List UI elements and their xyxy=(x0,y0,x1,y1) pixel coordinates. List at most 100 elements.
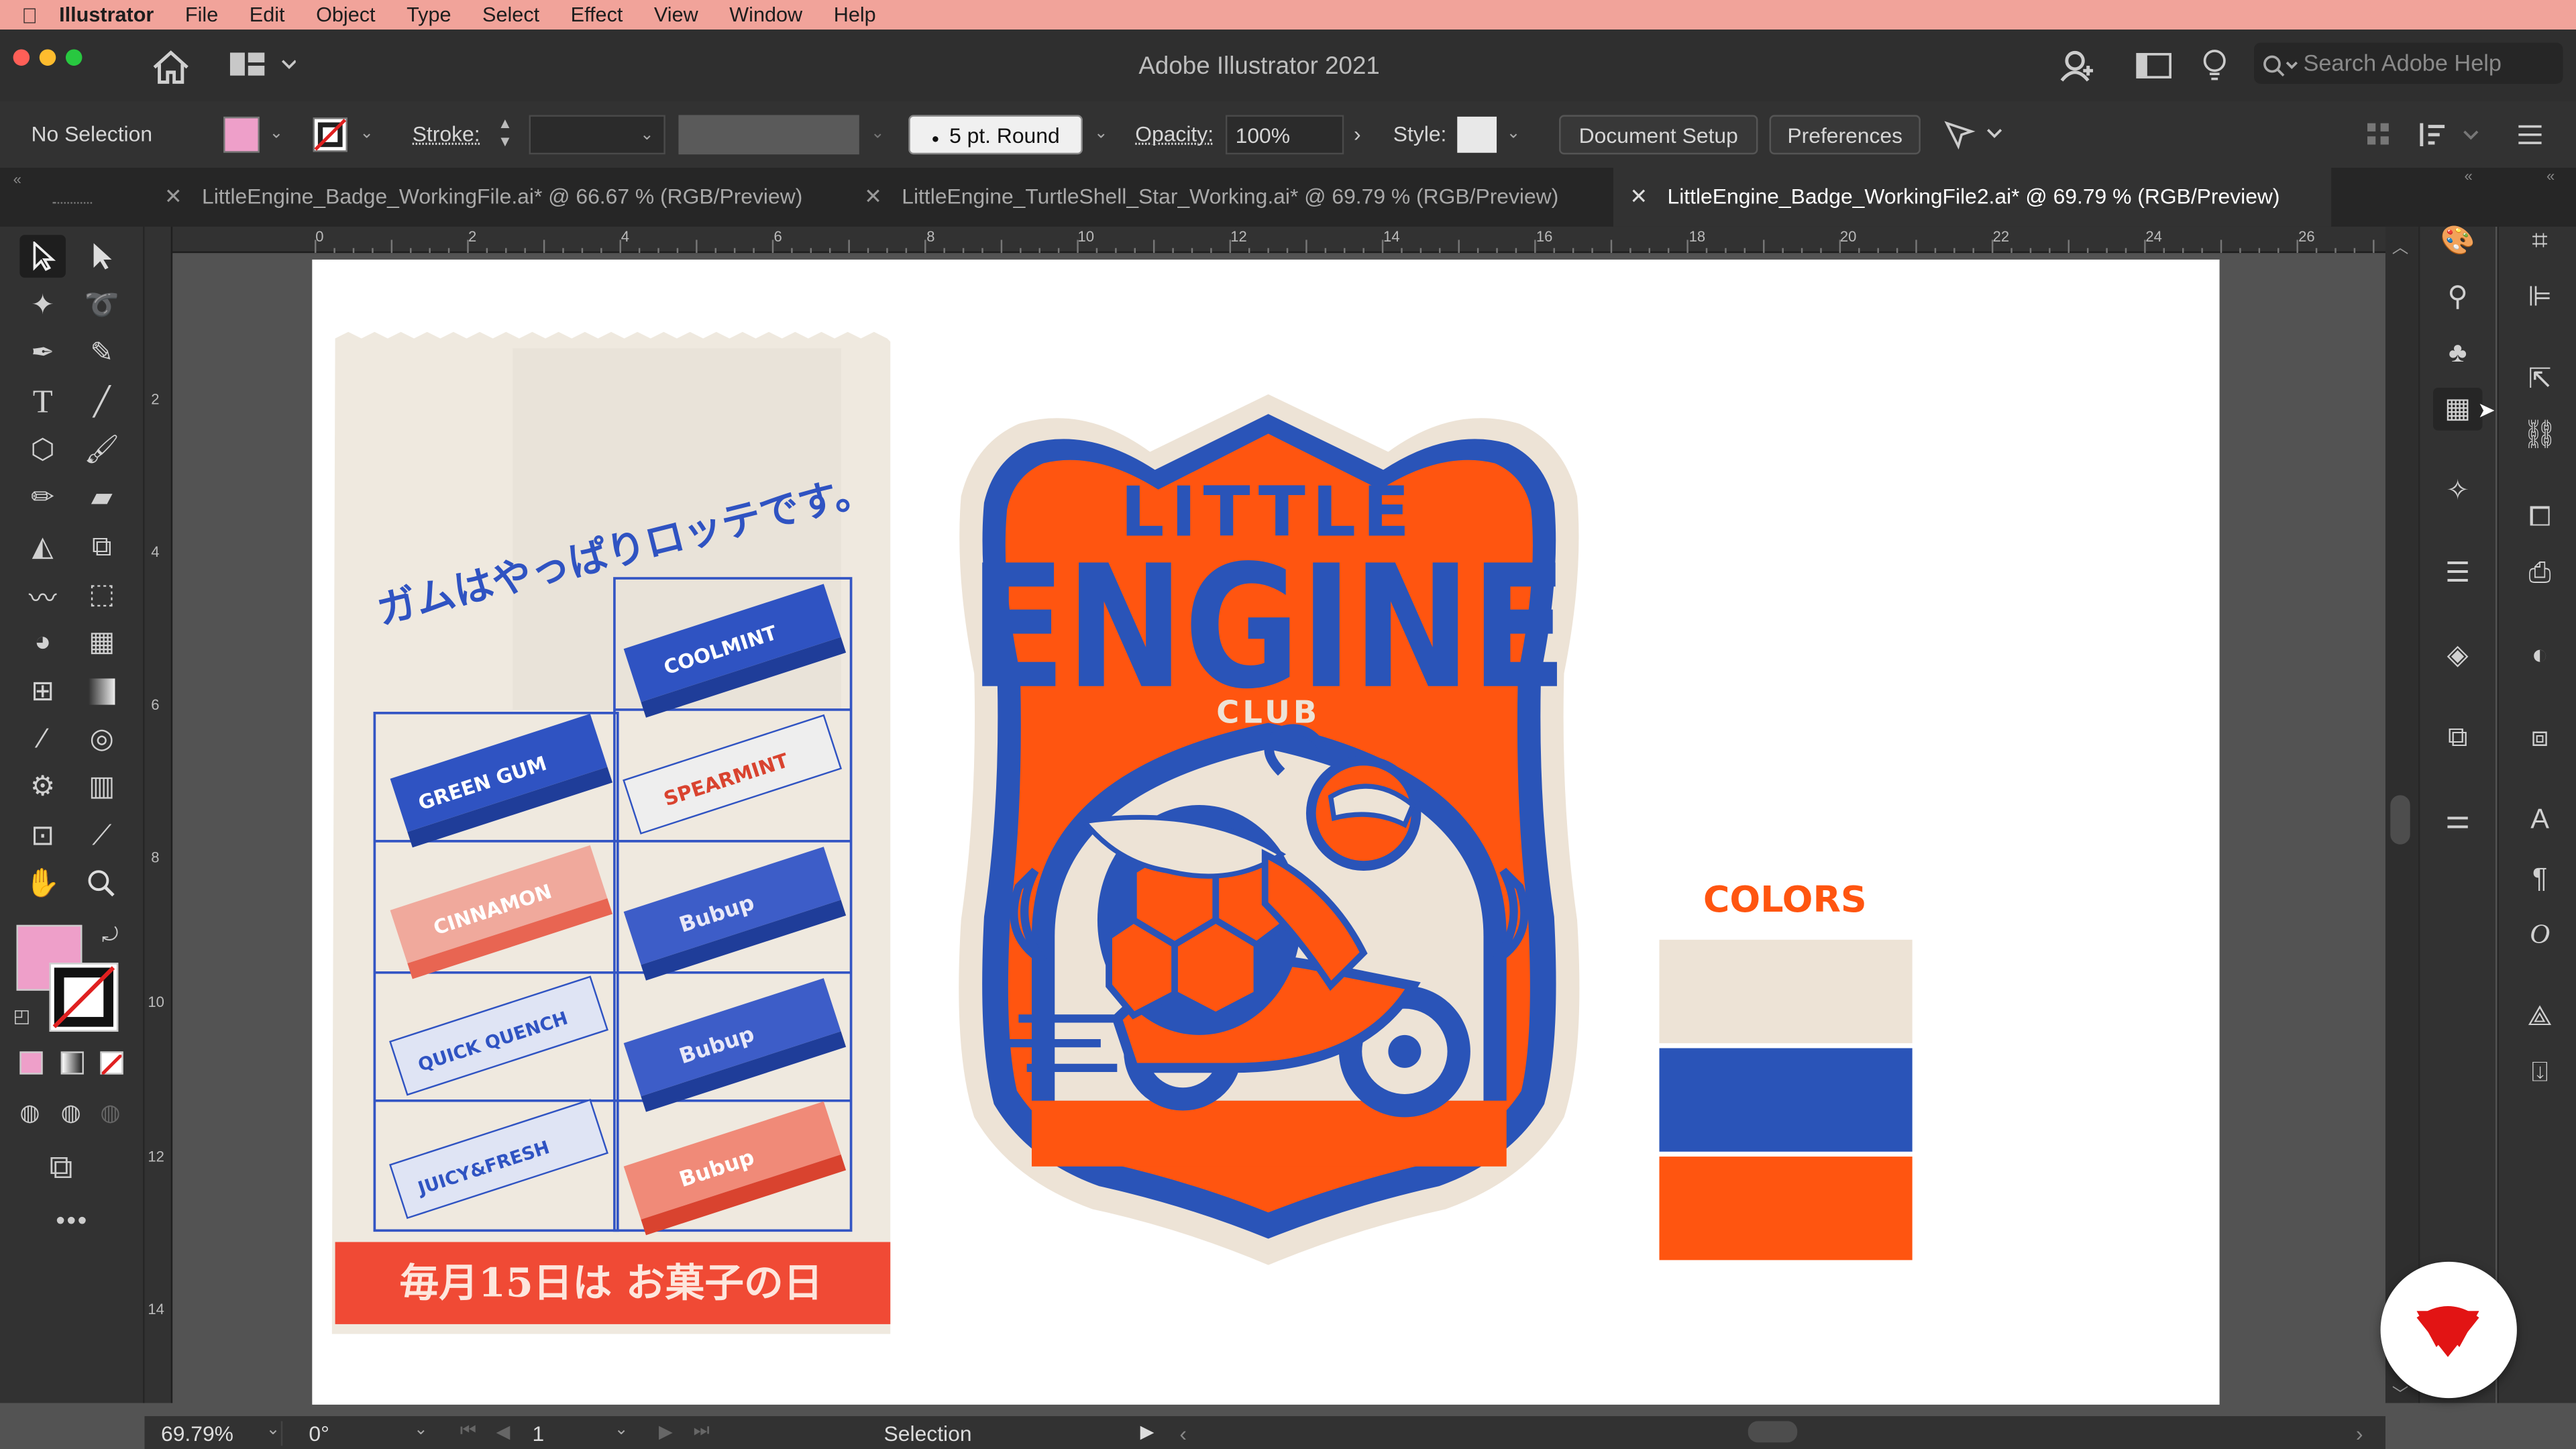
tab-document-1[interactable]: ✕ LittleEngine_Badge_WorkingFile.ai* @ 66… xyxy=(145,168,845,227)
arrange-documents-icon[interactable] xyxy=(2136,52,2172,78)
image-trace-icon[interactable]: ✧ xyxy=(2433,470,2482,513)
lasso-tool-icon[interactable]: ➰ xyxy=(79,284,125,327)
gradient-tool-icon[interactable] xyxy=(79,670,125,713)
swap-fill-stroke-icon[interactable]: ⤾ xyxy=(102,923,118,948)
default-fill-stroke-icon[interactable]: ◰ xyxy=(13,1006,30,1026)
color-guide-icon[interactable]: 🎨 xyxy=(2433,220,2482,263)
slice-tool-icon[interactable]: ⟋ xyxy=(79,815,125,858)
lightbulb-icon[interactable] xyxy=(2202,48,2228,84)
links-icon[interactable]: ⛓ xyxy=(2515,414,2564,457)
status-menu-icon[interactable]: ▶ xyxy=(1140,1421,1155,1442)
brushes-icon[interactable]: ⚲ xyxy=(2433,276,2482,319)
stroke-panel-icon[interactable]: ☰ xyxy=(2433,552,2482,595)
search-adobe-help-input[interactable]: Search Adobe Help xyxy=(2254,42,2563,84)
profile-chevron-icon[interactable]: ⌄ xyxy=(871,115,885,154)
paragraph-styles-icon[interactable]: ⍗ xyxy=(2515,1051,2564,1094)
artboard-number-field[interactable]: 1 xyxy=(532,1421,624,1446)
scroll-left-icon[interactable]: ‹ xyxy=(1179,1421,1187,1446)
hand-tool-icon[interactable]: ✋ xyxy=(19,863,66,906)
style-chevron-icon[interactable]: ⌄ xyxy=(1507,115,1521,154)
layers-icon[interactable]: ◈ xyxy=(2433,634,2482,677)
symbols-icon[interactable]: ♣ xyxy=(2433,332,2482,375)
horizontal-scroll-thumb[interactable] xyxy=(1748,1421,1798,1443)
menu-type[interactable]: Type xyxy=(407,3,451,26)
document-setup-button[interactable]: Document Setup xyxy=(1559,115,1758,155)
vertical-ruler[interactable]: 2 4 6 8 10 12 14 xyxy=(144,226,173,1403)
collapse-panel-icon[interactable]: « xyxy=(2546,168,2555,184)
none-mode-icon[interactable] xyxy=(100,1051,123,1076)
paintbrush-tool-icon[interactable]: 🖌 xyxy=(79,429,125,472)
free-transform-tool-icon[interactable]: ⬚ xyxy=(79,574,125,616)
stroke-label[interactable]: Stroke: xyxy=(413,115,480,154)
menu-select[interactable]: Select xyxy=(482,3,539,26)
shape-tool-icon[interactable]: ⬡ xyxy=(19,429,66,472)
reflect-tool-icon[interactable]: ◭ xyxy=(19,526,66,569)
panel-menu-icon[interactable] xyxy=(2517,121,2543,148)
align-grid-icon[interactable] xyxy=(2366,121,2392,148)
stroke-weight-field[interactable]: ⌄ xyxy=(529,115,665,155)
brush-definition-dropdown[interactable]: ● 5 pt. Round xyxy=(908,115,1083,155)
home-icon[interactable] xyxy=(151,49,191,85)
eraser-tool-icon[interactable]: ▰ xyxy=(79,476,125,519)
type-tool-icon[interactable]: T xyxy=(19,381,66,424)
graphic-styles-icon[interactable]: ⧈ xyxy=(2515,716,2564,759)
close-window-button[interactable] xyxy=(13,49,30,66)
scroll-thumb[interactable] xyxy=(2390,795,2410,845)
tab-document-2[interactable]: ✕ LittleEngine_TurtleShell_Star_Working.a… xyxy=(845,168,1613,227)
fill-swatch[interactable] xyxy=(223,116,260,153)
share-user-icon[interactable] xyxy=(2059,48,2095,84)
mesh-tool-icon[interactable]: ⊞ xyxy=(19,670,66,713)
first-artboard-icon[interactable]: ⏮ xyxy=(460,1421,476,1442)
column-graph-tool-icon[interactable]: ▥ xyxy=(79,765,125,808)
shape-builder-tool-icon[interactable]: ◕ xyxy=(19,621,66,664)
gradient-mode-icon[interactable] xyxy=(60,1051,84,1075)
artboards-icon[interactable]: ⧉ xyxy=(2433,716,2482,759)
scroll-right-icon[interactable]: › xyxy=(2356,1421,2363,1446)
pathfinder-icon[interactable]: ⧠ xyxy=(2515,496,2564,539)
warp-tool-icon[interactable]: 〰 xyxy=(19,574,66,616)
scale-tool-icon[interactable]: ⧉ xyxy=(79,526,125,569)
menu-effect[interactable]: Effect xyxy=(571,3,623,26)
next-artboard-icon[interactable]: ▶ xyxy=(659,1421,673,1442)
collapse-left-icon[interactable]: « xyxy=(13,171,21,187)
stroke-color-box[interactable] xyxy=(49,963,119,1032)
paragraph-icon[interactable]: ¶ xyxy=(2515,857,2564,900)
edit-toolbar-icon[interactable]: ••• xyxy=(56,1208,89,1237)
selection-tool-icon[interactable] xyxy=(19,235,66,278)
workspace-switcher-icon[interactable] xyxy=(229,52,296,78)
shaper-tool-icon[interactable]: ✏ xyxy=(19,476,66,519)
menu-window[interactable]: Window xyxy=(729,3,802,26)
stroke-swatch-icon[interactable] xyxy=(312,117,348,153)
artboard-chevron-icon[interactable]: ⌄ xyxy=(614,1421,629,1439)
character-styles-icon[interactable]: ⟁ xyxy=(2515,996,2564,1038)
last-artboard-icon[interactable]: ⏭ xyxy=(693,1421,709,1442)
close-tab-icon[interactable]: ✕ xyxy=(1629,184,1648,209)
draw-inside-icon[interactable]: ◍ xyxy=(100,1099,120,1127)
lotte-gum-bag-image[interactable]: ガムはやっぱりロッテです。 GREEN GUM CINNAMON QUICK Q… xyxy=(331,331,891,1334)
swatch-cream[interactable] xyxy=(1659,939,1913,1044)
stroke-dropdown-chevron-icon[interactable]: ⌄ xyxy=(360,115,374,154)
opacity-label[interactable]: Opacity: xyxy=(1135,115,1214,154)
rotation-chevron-icon[interactable]: ⌄ xyxy=(414,1421,428,1439)
zoom-level-field[interactable]: 69.79% xyxy=(161,1421,283,1446)
artboard[interactable]: ガムはやっぱりロッテです。 GREEN GUM CINNAMON QUICK Q… xyxy=(312,259,2220,1405)
screen-mode-icon[interactable]: ⧉ xyxy=(49,1150,72,1187)
swatches-icon[interactable]: ▦ xyxy=(2432,387,2483,431)
character-icon[interactable]: A xyxy=(2515,798,2564,841)
swatch-orange[interactable] xyxy=(1659,1157,1913,1260)
transform-select-icon[interactable] xyxy=(1942,118,2008,151)
menu-view[interactable]: View xyxy=(654,3,698,26)
menu-edit[interactable]: Edit xyxy=(250,3,285,26)
close-tab-icon[interactable]: ✕ xyxy=(164,184,182,209)
apple-icon[interactable]:  xyxy=(0,3,59,28)
transform-icon[interactable]: ⌗ xyxy=(2515,220,2564,263)
color-mode-icon[interactable] xyxy=(19,1051,43,1075)
menu-object[interactable]: Object xyxy=(316,3,376,26)
swatch-blue[interactable] xyxy=(1659,1048,1913,1152)
current-tool-status[interactable]: Selection xyxy=(884,1421,972,1446)
properties-icon[interactable]: ⚌ xyxy=(2433,798,2482,841)
curvature-tool-icon[interactable]: ✎ xyxy=(79,332,125,375)
symbol-sprayer-tool-icon[interactable]: ⚙ xyxy=(19,765,66,808)
tab-document-3-active[interactable]: ✕ LittleEngine_Badge_WorkingFile2.ai* @ 6… xyxy=(1613,167,2332,227)
close-tab-icon[interactable]: ✕ xyxy=(864,184,882,209)
